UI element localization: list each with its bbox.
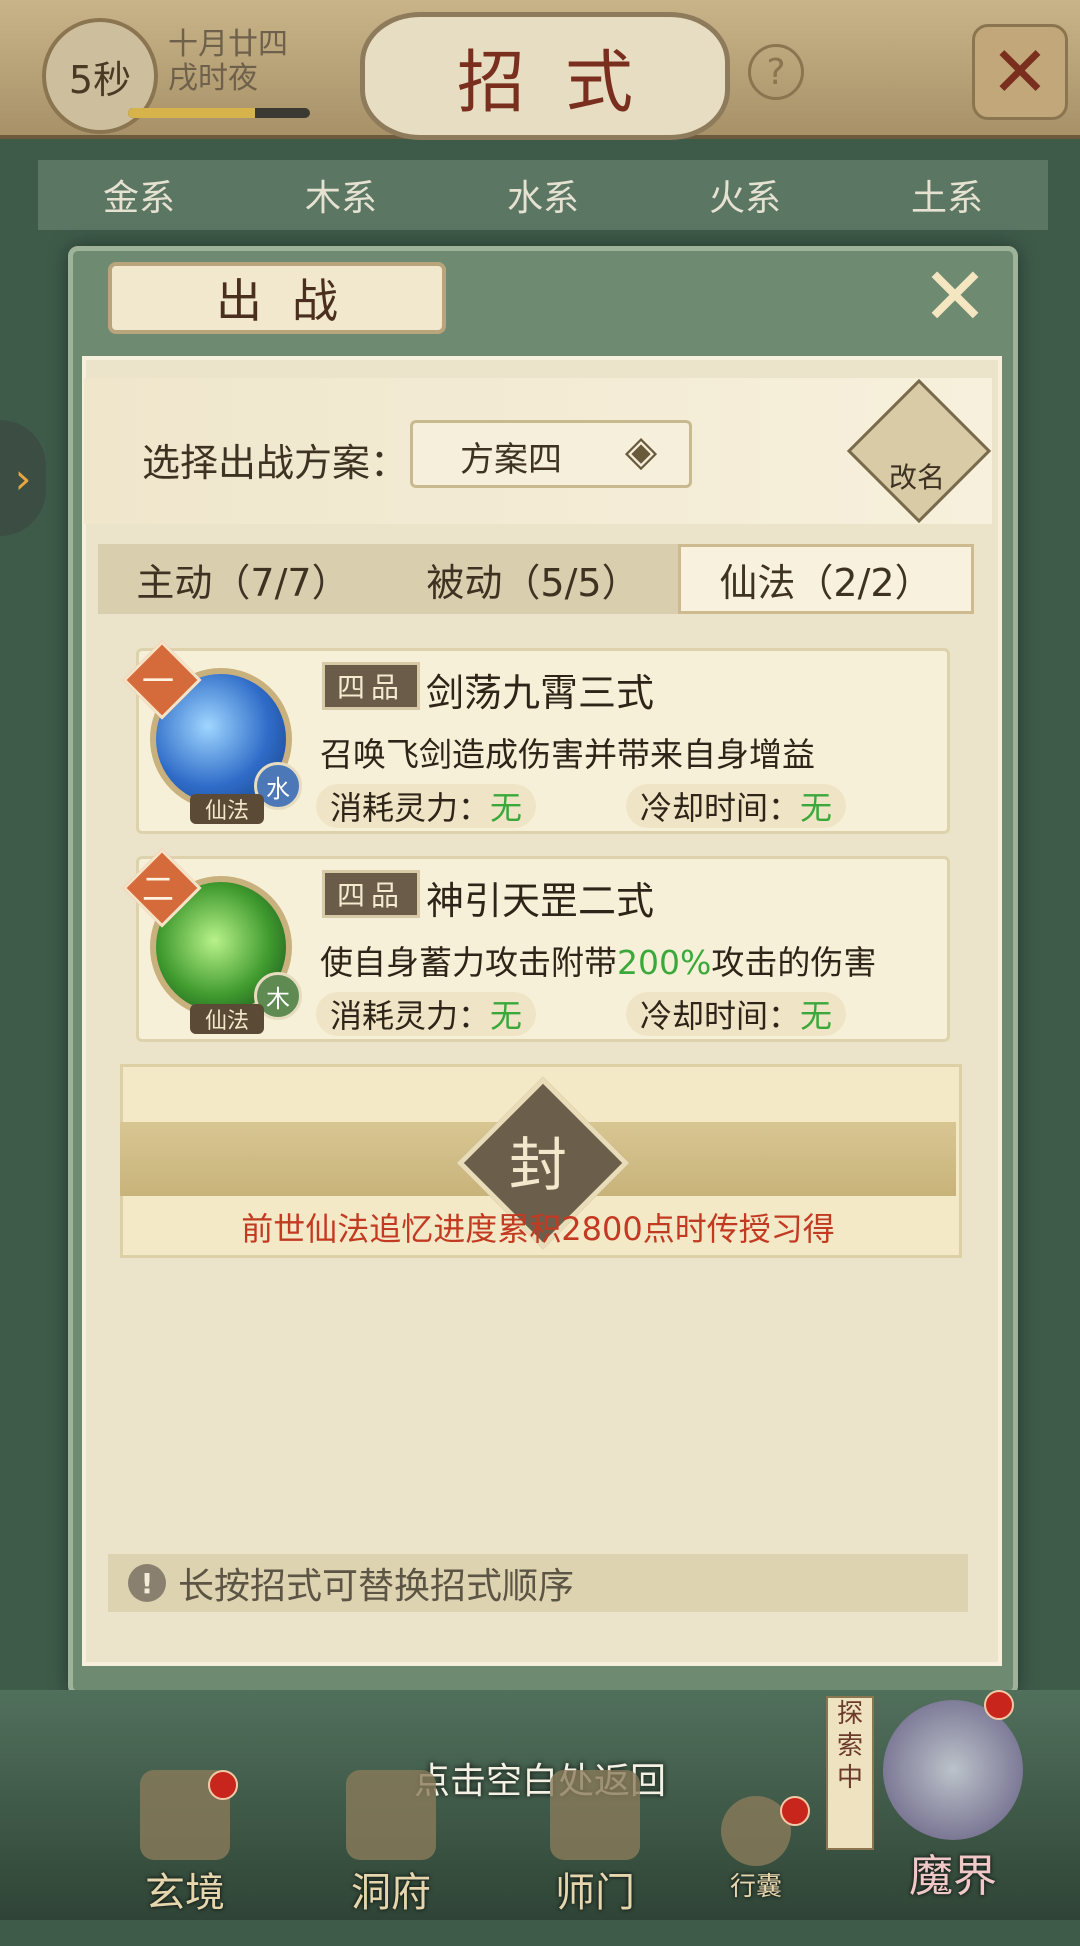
time-of-day: 戌时夜 bbox=[168, 61, 258, 96]
page-title: 招式 bbox=[360, 12, 730, 140]
unlock-condition: 前世仙法追忆进度累积2800点时传授习得 bbox=[241, 1210, 835, 1248]
element-tabs: 金系 木系 水系 火系 土系 bbox=[38, 160, 1048, 230]
demon-realm-icon bbox=[883, 1700, 1023, 1840]
mana-cost-label: 消耗灵力： bbox=[330, 997, 491, 1035]
skill-description: 使自身蓄力攻击附带200%攻击的伤害 bbox=[320, 936, 876, 984]
mana-cost: 消耗灵力：无 bbox=[316, 992, 537, 1036]
desc-highlight: 200% bbox=[617, 943, 712, 982]
scheme-value: 方案四 bbox=[460, 440, 562, 480]
nav-label: 玄境 bbox=[145, 1870, 225, 1916]
question-icon[interactable]: ? bbox=[748, 44, 804, 100]
cooldown: 冷却时间：无 bbox=[626, 784, 847, 828]
exploring-tag: 探索中 bbox=[826, 1696, 874, 1850]
nav-label: 师门 bbox=[555, 1870, 635, 1916]
tab-water[interactable]: 水系 bbox=[442, 160, 644, 230]
notification-dot bbox=[780, 1796, 810, 1826]
lantern-icon bbox=[346, 1770, 436, 1860]
notification-dot bbox=[208, 1770, 238, 1800]
mana-cost-value: 无 bbox=[490, 997, 523, 1035]
grade-badge: 四品 bbox=[322, 870, 420, 918]
tab-passive-skills[interactable]: 被动（5/5） bbox=[388, 544, 678, 614]
nav-label: 魔界 bbox=[909, 1851, 997, 1902]
element-label: 水 bbox=[266, 774, 290, 803]
close-icon[interactable]: ✕ bbox=[972, 24, 1068, 120]
skill-description: 召唤飞剑造成伤害并带来自身增益 bbox=[320, 735, 815, 774]
cooldown-label: 冷却时间： bbox=[640, 789, 801, 827]
cooldown-value: 无 bbox=[800, 789, 833, 827]
tab-earth[interactable]: 土系 bbox=[846, 160, 1048, 230]
gate-icon bbox=[550, 1770, 640, 1860]
hint-text: 长按招式可替换招式顺序 bbox=[178, 1566, 575, 1607]
tab-fire[interactable]: 火系 bbox=[644, 160, 846, 230]
skill-name: 剑荡九霄三式 bbox=[426, 671, 655, 715]
dialog-close-icon[interactable]: ✕ bbox=[920, 257, 990, 337]
desc-text: 使自身蓄力攻击附带 bbox=[320, 943, 617, 982]
nav-demon-realm[interactable]: 魔界 bbox=[868, 1700, 1038, 1902]
tab-metal[interactable]: 金系 bbox=[38, 160, 240, 230]
date-line: 十月廿四 bbox=[168, 27, 288, 62]
scheme-label: 选择出战方案： bbox=[142, 441, 409, 485]
skill-type-label: 仙法 bbox=[190, 794, 264, 824]
skill-name: 神引天罡二式 bbox=[426, 879, 655, 923]
time-progress-fill bbox=[128, 108, 256, 118]
nav-label: 洞府 bbox=[351, 1870, 431, 1916]
notification-dot bbox=[984, 1690, 1014, 1720]
nav-label: 行囊 bbox=[729, 1872, 782, 1902]
cooldown: 冷却时间：无 bbox=[626, 992, 847, 1036]
nav-sect[interactable]: 师门 bbox=[530, 1770, 660, 1920]
time-progress-bar bbox=[128, 108, 310, 118]
tab-wood[interactable]: 木系 bbox=[240, 160, 442, 230]
mana-cost: 消耗灵力：无 bbox=[316, 784, 537, 828]
hint-bar: ! 长按招式可替换招式顺序 bbox=[108, 1554, 968, 1612]
skill-tabs: 主动（7/7） 被动（5/5） 仙法（2/2） bbox=[98, 544, 974, 614]
dialog-title: 出战 bbox=[108, 262, 446, 334]
chevron-right-icon[interactable]: › bbox=[0, 420, 46, 536]
timer-text: 5秒 bbox=[68, 57, 132, 102]
exclamation-icon: ! bbox=[128, 1564, 166, 1602]
mana-cost-label: 消耗灵力： bbox=[330, 789, 491, 827]
rename-label: 改名 bbox=[888, 461, 945, 494]
cooldown-label: 冷却时间： bbox=[640, 997, 801, 1035]
skill-type-label: 仙法 bbox=[190, 1004, 264, 1034]
desc-text: 攻击的伤害 bbox=[711, 943, 877, 982]
game-date: 十月廿四 戌时夜 bbox=[168, 28, 288, 96]
chevron-down-icon[interactable]: ◈ bbox=[612, 422, 670, 480]
nav-cave[interactable]: 洞府 bbox=[326, 1770, 456, 1920]
grade-badge: 四品 bbox=[322, 662, 420, 710]
mana-cost-value: 无 bbox=[490, 789, 523, 827]
rank-number: 一 bbox=[141, 662, 174, 700]
rank-number: 二 bbox=[141, 870, 174, 908]
tab-active-skills[interactable]: 主动（7/7） bbox=[98, 544, 388, 614]
element-label: 木 bbox=[266, 984, 290, 1013]
seal-char: 封 bbox=[508, 1131, 567, 1199]
tab-immortal-arts[interactable]: 仙法（2/2） bbox=[678, 544, 974, 614]
cooldown-value: 无 bbox=[800, 997, 833, 1035]
